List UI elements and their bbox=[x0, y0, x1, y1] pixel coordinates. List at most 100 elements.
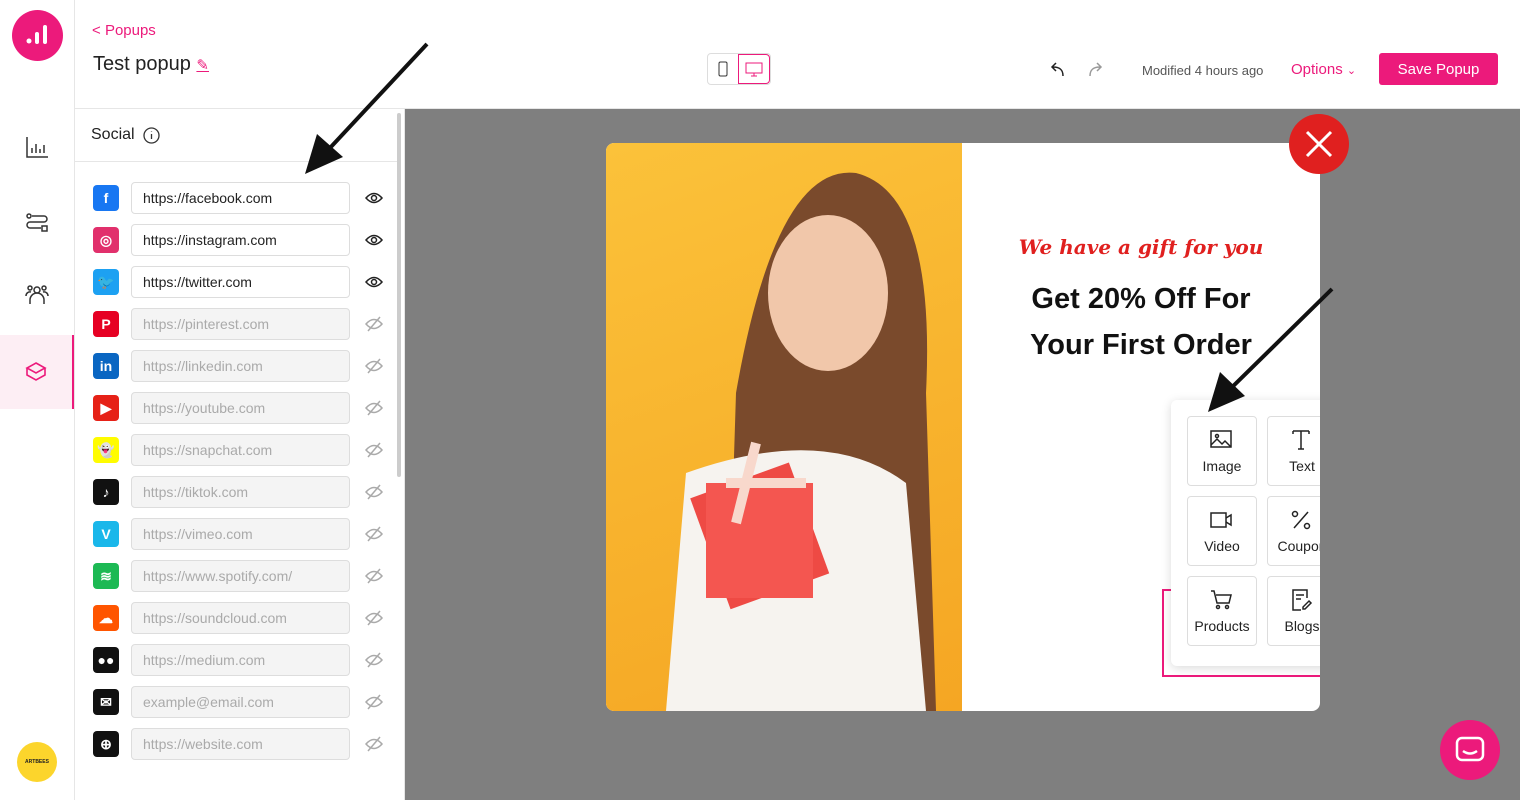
website-url-input[interactable] bbox=[131, 728, 350, 760]
mobile-view-button[interactable] bbox=[708, 54, 738, 84]
social-row-vimeo: V bbox=[93, 518, 383, 550]
editor-canvas: We have a gift for you Get 20% Off For Yo… bbox=[305, 42, 1520, 800]
desktop-view-button[interactable] bbox=[738, 54, 770, 84]
youtube-url-input[interactable] bbox=[131, 392, 350, 424]
facebook-url-input[interactable] bbox=[131, 182, 350, 214]
top-bar: < Popups Test popup ✎ Modified 4 hours a… bbox=[75, 0, 1520, 109]
options-label: Options bbox=[1291, 61, 1343, 78]
eye-off-icon[interactable] bbox=[365, 652, 383, 668]
vimeo-url-input[interactable] bbox=[131, 518, 350, 550]
panel-title: Social bbox=[91, 126, 135, 143]
social-row-pinterest: P bbox=[93, 308, 383, 340]
social-row-facebook: f bbox=[93, 182, 383, 214]
eye-off-icon[interactable] bbox=[365, 526, 383, 542]
eye-icon[interactable] bbox=[365, 232, 383, 248]
pinterest-icon: P bbox=[93, 311, 119, 337]
tiktok-url-input[interactable] bbox=[131, 476, 350, 508]
tile-label: Products bbox=[1194, 618, 1250, 634]
rail-flows[interactable] bbox=[0, 186, 74, 260]
linkedin-url-input[interactable] bbox=[131, 350, 350, 382]
workspace-avatar[interactable]: ARTBEES bbox=[17, 742, 57, 782]
soundcloud-icon: ☁ bbox=[93, 605, 119, 631]
close-popup-button[interactable] bbox=[1289, 114, 1349, 174]
tile-label: Text bbox=[1289, 458, 1315, 474]
app-logo[interactable] bbox=[12, 10, 63, 61]
twitter-url-input[interactable] bbox=[131, 266, 350, 298]
tile-label: Image bbox=[1202, 458, 1242, 474]
email-icon: ✉ bbox=[93, 689, 119, 715]
undo-icon bbox=[1050, 62, 1064, 77]
eye-off-icon[interactable] bbox=[365, 400, 383, 416]
annotation-arrow-left bbox=[305, 42, 429, 174]
element-tile-video[interactable]: Video bbox=[1187, 496, 1257, 566]
eye-off-icon[interactable] bbox=[365, 484, 383, 500]
eye-off-icon[interactable] bbox=[365, 442, 383, 458]
pinterest-url-input[interactable] bbox=[131, 308, 350, 340]
element-tile-products[interactable]: Products bbox=[1187, 576, 1257, 646]
chat-launcher[interactable] bbox=[1440, 720, 1500, 780]
back-link[interactable]: < Popups bbox=[92, 22, 156, 39]
popup-preview: We have a gift for you Get 20% Off For Yo… bbox=[606, 143, 1320, 711]
social-row-youtube: ▶ bbox=[93, 392, 383, 424]
social-row-snapchat: 👻 bbox=[93, 434, 383, 466]
back-label: Popups bbox=[104, 22, 156, 39]
popup-hero-image[interactable] bbox=[606, 143, 962, 711]
element-tile-text[interactable]: Text bbox=[1267, 416, 1320, 486]
rail-popups[interactable] bbox=[0, 335, 74, 409]
eye-off-icon[interactable] bbox=[365, 358, 383, 374]
info-icon[interactable] bbox=[142, 126, 160, 144]
social-row-soundcloud: ☁ bbox=[93, 602, 383, 634]
image-icon bbox=[1210, 430, 1232, 448]
eye-icon[interactable] bbox=[365, 274, 383, 290]
text-icon bbox=[1292, 430, 1310, 450]
eye-off-icon[interactable] bbox=[365, 736, 383, 752]
percent-icon bbox=[1291, 510, 1311, 530]
chat-icon bbox=[1455, 736, 1485, 762]
eye-icon[interactable] bbox=[365, 190, 383, 206]
edit-pencil-icon[interactable]: ✎ bbox=[196, 57, 209, 74]
save-popup-button[interactable]: Save Popup bbox=[1379, 53, 1498, 85]
vimeo-icon: V bbox=[93, 521, 119, 547]
spotify-url-input[interactable] bbox=[131, 560, 350, 592]
linkedin-icon: in bbox=[93, 353, 119, 379]
social-row-linkedin: in bbox=[93, 350, 383, 382]
cart-icon bbox=[1211, 590, 1232, 610]
left-rail: ARTBEES bbox=[0, 0, 75, 800]
website-icon: ⊕ bbox=[93, 731, 119, 757]
instagram-url-input[interactable] bbox=[131, 224, 350, 256]
modified-status: Modified 4 hours ago bbox=[1142, 63, 1264, 78]
social-row-website: ⊕ bbox=[93, 728, 383, 760]
bar-chart-icon bbox=[26, 137, 48, 158]
eye-off-icon[interactable] bbox=[365, 316, 383, 332]
page-title: Test popup ✎ bbox=[93, 53, 209, 76]
social-row-email: ✉ bbox=[93, 686, 383, 718]
monitor-icon bbox=[745, 62, 763, 77]
annotation-arrow-right bbox=[1208, 287, 1334, 412]
element-tile-coupon[interactable]: Coupon bbox=[1267, 496, 1320, 566]
youtube-icon: ▶ bbox=[93, 395, 119, 421]
medium-url-input[interactable] bbox=[131, 644, 350, 676]
redo-button[interactable] bbox=[1087, 60, 1105, 83]
element-tile-blogs[interactable]: Blogs bbox=[1267, 576, 1320, 646]
rail-analytics[interactable] bbox=[0, 110, 74, 184]
title-text: Test popup bbox=[93, 53, 191, 75]
box-icon bbox=[25, 362, 47, 381]
device-switcher bbox=[707, 53, 771, 85]
medium-icon: ●● bbox=[93, 647, 119, 673]
rail-audience[interactable] bbox=[0, 258, 74, 332]
gift-tagline[interactable]: We have a gift for you bbox=[962, 235, 1320, 259]
woman-with-gift-photo bbox=[666, 172, 936, 711]
eye-off-icon[interactable] bbox=[365, 568, 383, 584]
social-row-twitter: 🐦 bbox=[93, 266, 383, 298]
email-url-input[interactable] bbox=[131, 686, 350, 718]
soundcloud-url-input[interactable] bbox=[131, 602, 350, 634]
users-icon bbox=[25, 285, 49, 304]
options-dropdown[interactable]: Options ⌄ bbox=[1291, 61, 1356, 78]
eye-off-icon[interactable] bbox=[365, 694, 383, 710]
eye-off-icon[interactable] bbox=[365, 610, 383, 626]
element-tile-image[interactable]: Image bbox=[1187, 416, 1257, 486]
undo-button[interactable] bbox=[1048, 60, 1066, 83]
redo-icon bbox=[1089, 62, 1103, 77]
tile-label: Blogs bbox=[1284, 618, 1320, 634]
snapchat-url-input[interactable] bbox=[131, 434, 350, 466]
